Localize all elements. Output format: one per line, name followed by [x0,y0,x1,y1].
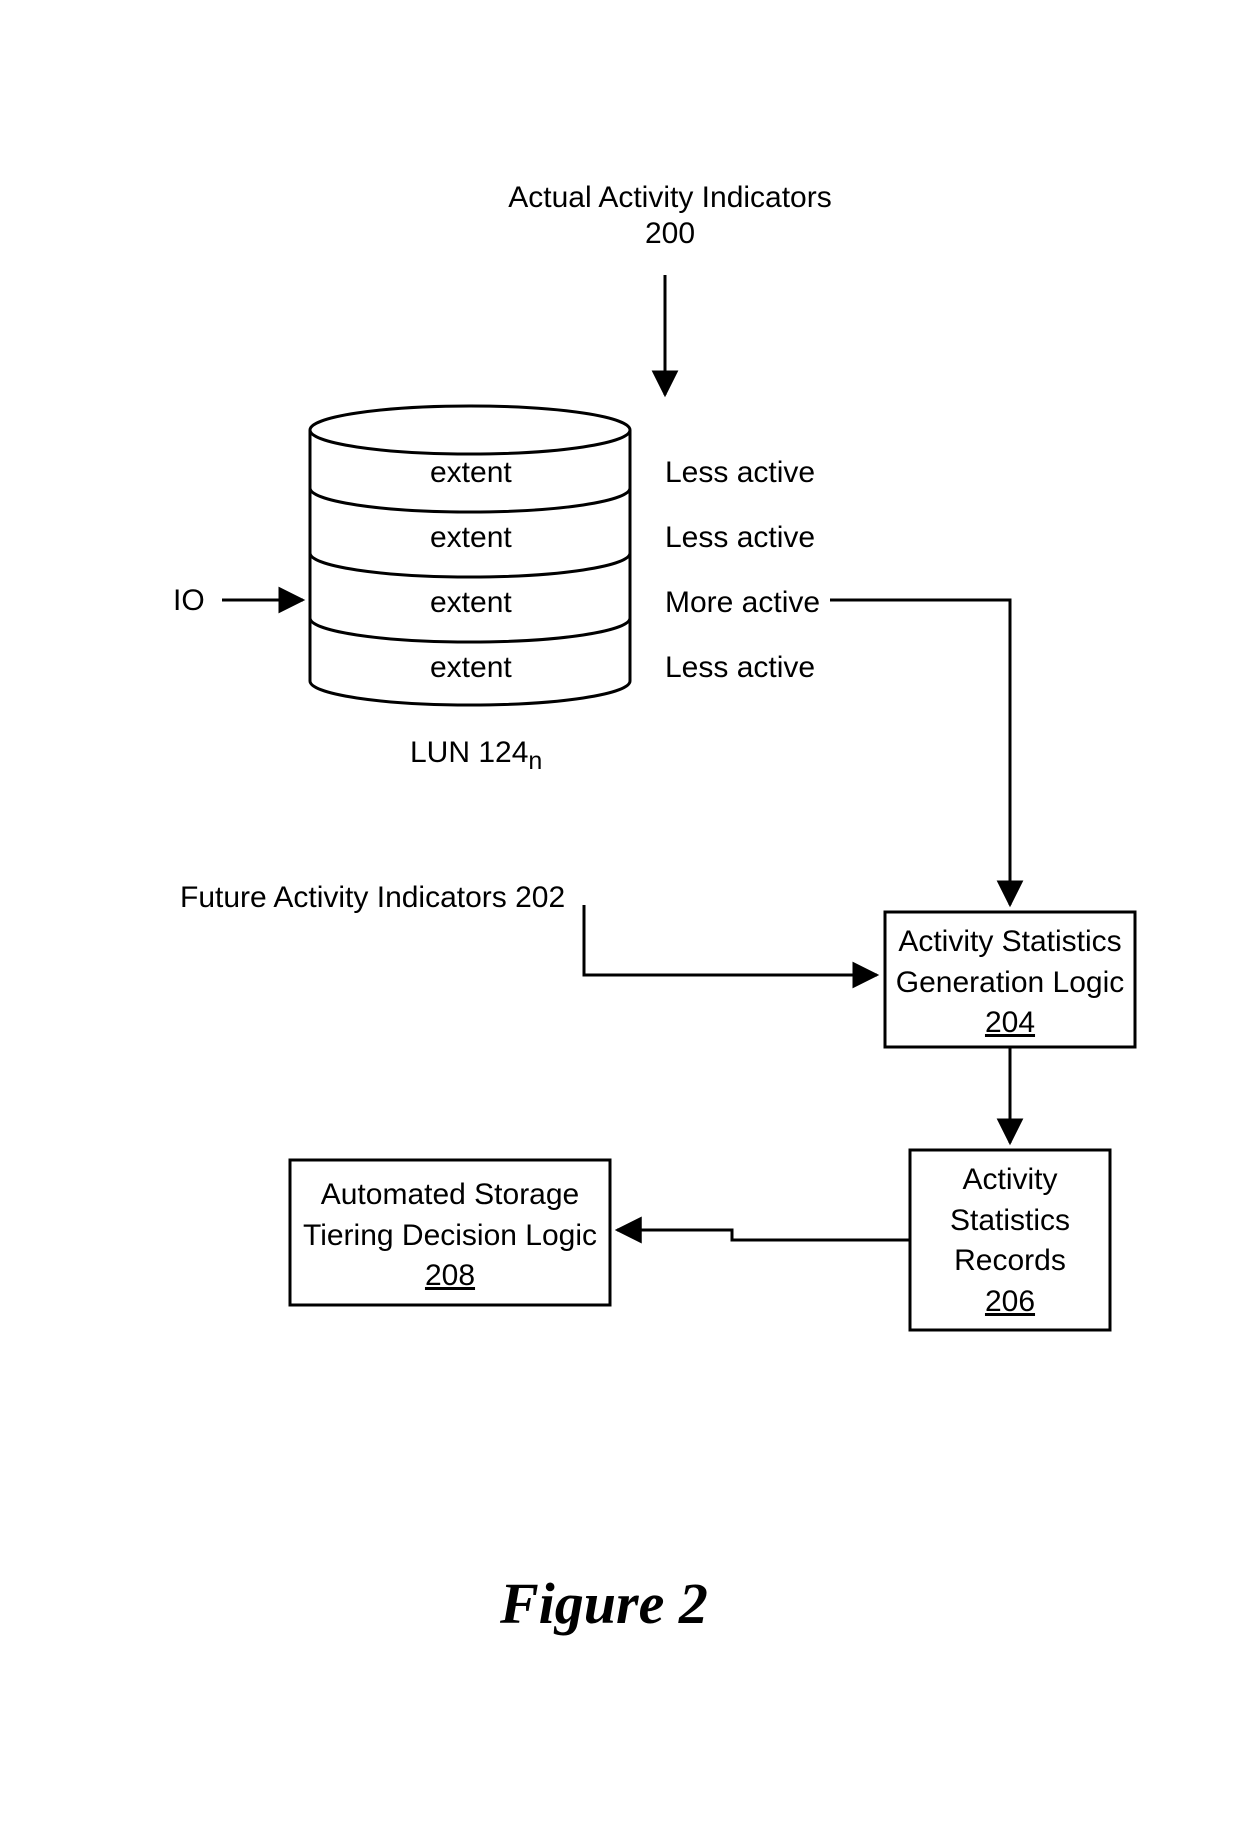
box-206-line2: Statistics [950,1204,1070,1237]
extent-3-label: extent [430,650,512,686]
extent-1-label: extent [430,520,512,556]
box-206-label: Activity Statistics Records 206 [910,1160,1110,1322]
arrow-206-to-208 [617,1230,910,1240]
box-206-ref: 206 [985,1285,1035,1318]
diagram-canvas [0,0,1240,1838]
activity-3: Less active [665,650,815,686]
activity-2: More active [665,585,820,621]
box-208-line2: Tiering Decision Logic [303,1219,597,1252]
figure-caption: Figure 2 [500,1570,708,1637]
lun-label: LUN 124n [410,735,542,776]
arrow-future-to-204 [584,905,877,975]
box-206-line3: Records [954,1244,1066,1277]
box-204-line2: Generation Logic [896,966,1125,999]
activity-0: Less active [665,455,815,491]
io-label: IO [173,583,205,619]
box-204-line1: Activity Statistics [898,925,1121,958]
lun-label-prefix: LUN 124 [410,736,528,769]
extent-0-label: extent [430,455,512,491]
arrow-activity-to-204 [830,600,1010,905]
activity-1: Less active [665,520,815,556]
box-208-label: Automated Storage Tiering Decision Logic… [290,1175,610,1297]
extent-2-label: extent [430,585,512,621]
box-204-label: Activity Statistics Generation Logic 204 [885,922,1135,1044]
future-label: Future Activity Indicators 202 [180,880,565,916]
header-title-ref: 200 [645,217,695,250]
lun-label-sub: n [528,747,542,775]
box-206-line1: Activity [962,1163,1057,1196]
header-title-line1: Actual Activity Indicators [508,181,831,214]
box-208-ref: 208 [425,1259,475,1292]
box-204-ref: 204 [985,1006,1035,1039]
box-208-line1: Automated Storage [321,1178,580,1211]
header-title: Actual Activity Indicators 200 [470,180,870,252]
